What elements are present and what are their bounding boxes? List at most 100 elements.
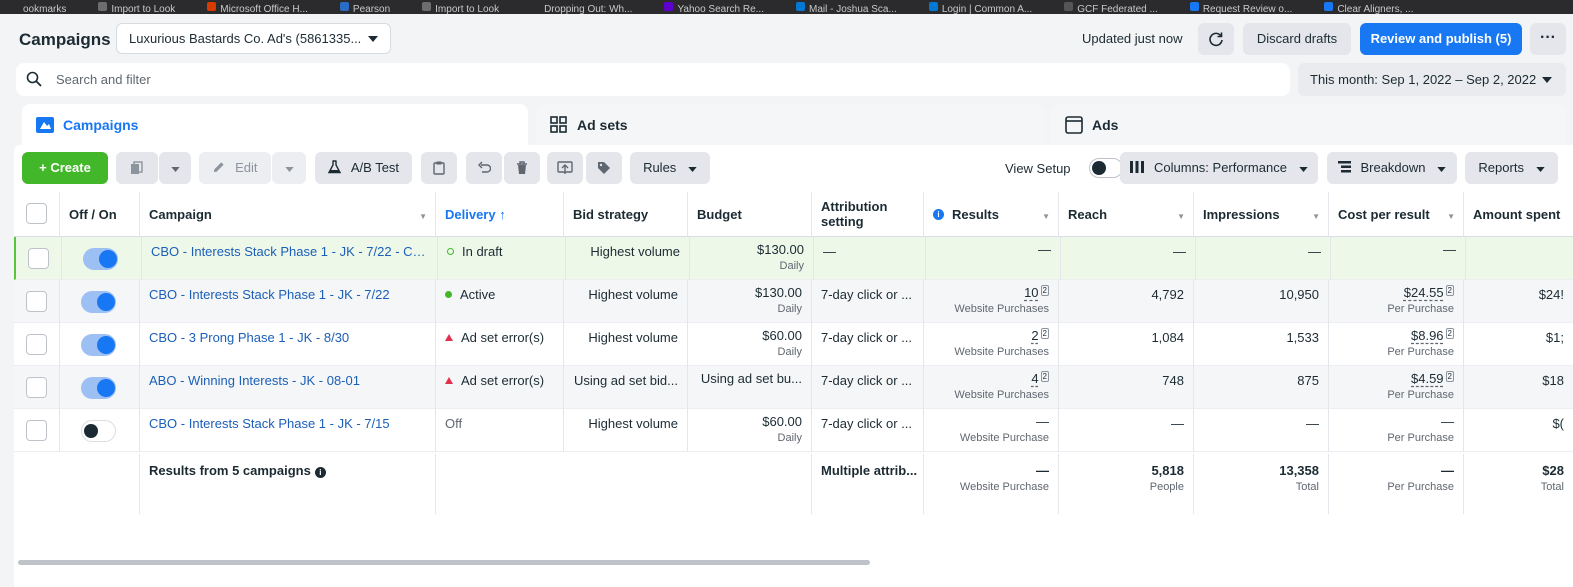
account-selector[interactable]: Luxurious Bastards Co. Ad's (5861335... [116, 23, 391, 54]
edit-button[interactable]: Edit [199, 152, 271, 184]
amount-spent-cell [1466, 237, 1573, 280]
bookmark-item[interactable]: ookmarks [23, 3, 66, 14]
bookmark-item[interactable]: Import to Look [435, 3, 499, 14]
table-row[interactable]: CBO - 3 Prong Phase 1 - JK - 8/30 Ad set… [14, 323, 1573, 366]
create-button[interactable]: + Create [22, 152, 108, 184]
tab-ads[interactable]: Ads [1051, 104, 1566, 148]
bookmark-item[interactable]: Clear Aligners, ... [1337, 3, 1413, 14]
campaign-on-off-toggle[interactable] [83, 248, 118, 270]
campaign-name-link[interactable]: ABO - Winning Interests - JK - 08-01 [149, 373, 426, 388]
impressions-cell: — [1196, 237, 1331, 280]
campaign-name-link[interactable]: CBO - 3 Prong Phase 1 - JK - 8/30 [149, 330, 426, 345]
edit-dropdown[interactable] [272, 152, 306, 184]
tab-campaigns[interactable]: Campaigns [22, 104, 528, 148]
impressions-cell: 875 [1194, 366, 1329, 409]
table-row[interactable]: CBO - Interests Stack Phase 1 - JK - 7/2… [14, 280, 1573, 323]
bookmark-item[interactable]: Dropping Out: Wh... [544, 3, 632, 14]
bookmark-item[interactable]: Import to Look [111, 3, 175, 14]
table-row[interactable]: ABO - Winning Interests - JK - 08-01 Ad … [14, 366, 1573, 409]
campaign-on-off-toggle[interactable] [81, 291, 116, 313]
cost-per-result-type: Per Purchase [1387, 389, 1454, 401]
column-label: Cost per result [1338, 206, 1430, 222]
column-header-budget[interactable]: Budget [688, 192, 812, 237]
search-input[interactable] [56, 63, 1256, 96]
bookmark-item[interactable]: GCF Federated ... [1077, 3, 1158, 14]
refresh-button[interactable] [1198, 23, 1234, 55]
breakdown-dropdown[interactable]: Breakdown [1327, 152, 1457, 184]
table-row[interactable]: CBO - Interests Stack Phase 1 - JK - 7/1… [14, 409, 1573, 452]
row-checkbox[interactable] [26, 377, 47, 398]
bookmark-icon [1064, 2, 1074, 11]
horizontal-scrollbar[interactable] [18, 560, 870, 565]
select-all-checkbox[interactable] [26, 203, 47, 224]
column-header-impressions[interactable]: Impressions ▼ [1194, 192, 1329, 237]
delete-button[interactable] [504, 152, 540, 184]
more-options-button[interactable]: ··· [1530, 23, 1566, 55]
undo-button[interactable] [466, 152, 502, 184]
results-value[interactable]: 2 [1031, 328, 1038, 343]
cost-per-result-value[interactable]: $4.59 [1411, 371, 1444, 386]
column-header-off-on[interactable]: Off / On [60, 192, 140, 237]
column-header-amount-spent[interactable]: Amount spent [1464, 192, 1573, 237]
column-label: Impressions [1203, 206, 1280, 222]
date-range-picker[interactable]: This month: Sep 1, 2022 – Sep 2, 2022 [1298, 63, 1566, 96]
column-header-delivery[interactable]: Delivery ↑ [436, 192, 564, 237]
bookmark-item[interactable]: Login | Common A... [942, 3, 1032, 14]
bookmark-item[interactable]: Mail - Joshua Sca... [809, 3, 897, 14]
campaign-name-link[interactable]: CBO - Interests Stack Phase 1 - JK - 7/2… [149, 287, 426, 302]
table-row[interactable]: CBO - Interests Stack Phase 1 - JK - 7/2… [14, 237, 1573, 280]
bookmark-icon [796, 2, 805, 11]
campaign-on-off-toggle[interactable] [81, 377, 116, 399]
preview-button[interactable] [547, 152, 583, 184]
column-header-results[interactable]: i Results ▼ [924, 192, 1059, 237]
columns-dropdown[interactable]: Columns: Performance [1120, 152, 1318, 184]
results-value[interactable]: 4 [1031, 371, 1038, 386]
chevron-down-icon: ▼ [1042, 212, 1050, 221]
info-icon[interactable]: i [314, 467, 326, 478]
reports-dropdown[interactable]: Reports [1465, 152, 1558, 184]
totals-impressions-value: 13,358 [1279, 463, 1319, 478]
campaign-name-link[interactable]: CBO - Interests Stack Phase 1 - JK - 7/1… [149, 416, 426, 431]
reach-cell: — [1059, 409, 1194, 452]
cost-per-result-value[interactable]: $8.96 [1411, 328, 1444, 343]
totals-cpr-sub: Per Purchase [1387, 481, 1454, 493]
row-checkbox[interactable] [26, 420, 47, 441]
column-header-reach[interactable]: Reach ▼ [1059, 192, 1194, 237]
campaign-on-off-toggle[interactable] [81, 420, 116, 442]
attribution-cell: 7-day click or ... [812, 280, 924, 323]
bookmark-item[interactable]: Yahoo Search Re... [677, 3, 764, 14]
row-checkbox[interactable] [26, 291, 47, 312]
amount-spent-cell: $1; [1545, 330, 1564, 345]
view-setup-toggle[interactable] [1089, 158, 1123, 178]
bookmark-item[interactable]: Pearson [353, 3, 390, 14]
bookmark-item[interactable]: Microsoft Office H... [220, 3, 308, 14]
tag-icon [598, 162, 610, 174]
row-checkbox[interactable] [26, 334, 47, 355]
column-header-cost-per-result[interactable]: Cost per result ▼ [1329, 192, 1464, 237]
clipboard-button[interactable] [421, 152, 457, 184]
chevron-down-icon: ▼ [419, 212, 427, 221]
results-type: Website Purchase [959, 432, 1049, 444]
tab-ad-sets[interactable]: Ad sets [536, 104, 1044, 148]
results-value[interactable]: 10 [1024, 285, 1038, 300]
duplicate-dropdown[interactable] [159, 152, 191, 184]
cost-per-result-value: — [1441, 414, 1454, 429]
attribution-cell: 7-day click or ... [812, 323, 924, 366]
discard-drafts-button[interactable]: Discard drafts [1243, 23, 1351, 55]
rules-dropdown[interactable]: Rules [630, 152, 710, 184]
flask-icon [327, 160, 342, 174]
campaign-name-link[interactable]: CBO - Interests Stack Phase 1 - JK - 7/2… [151, 244, 428, 259]
tag-button[interactable] [586, 152, 622, 184]
column-header-bid-strategy[interactable]: Bid strategy [564, 192, 688, 237]
review-publish-button[interactable]: Review and publish (5) [1360, 23, 1522, 55]
bookmark-icon [664, 2, 674, 11]
bookmark-item[interactable]: Request Review o... [1203, 3, 1293, 14]
duplicate-button[interactable] [116, 152, 158, 184]
campaign-on-off-toggle[interactable] [81, 334, 116, 356]
row-checkbox[interactable] [28, 248, 49, 269]
cost-per-result-type: Per Purchase [1387, 432, 1454, 444]
ab-test-button[interactable]: A/B Test [315, 152, 412, 184]
cost-per-result-value[interactable]: $24.55 [1404, 285, 1444, 300]
column-header-campaign[interactable]: Campaign ▼ [140, 192, 436, 237]
column-header-attribution[interactable]: Attribution setting [812, 192, 924, 237]
